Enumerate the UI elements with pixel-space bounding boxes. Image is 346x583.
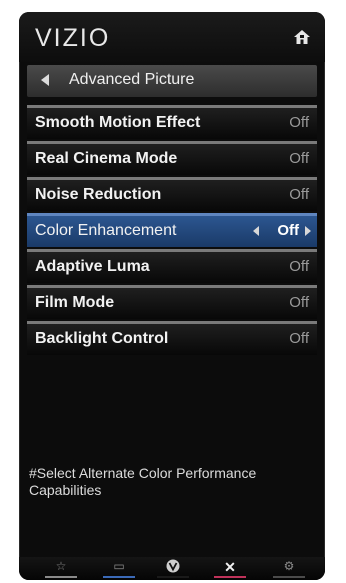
menu-item-adaptive-luma[interactable]: Adaptive Luma Off <box>27 249 317 283</box>
menu-item-value: Off <box>289 294 309 311</box>
chevron-left-icon[interactable] <box>253 226 259 236</box>
header: VIZIO <box>19 12 325 62</box>
menu-item-label: Color Enhancement <box>35 222 177 239</box>
close-icon: ✕ <box>224 559 236 575</box>
favorites-button[interactable]: ☆ <box>41 559 81 580</box>
help-text: #Select Alternate Color Performance Capa… <box>29 465 257 498</box>
gear-icon: ⚙ <box>283 559 295 573</box>
menu-item-backlight-control[interactable]: Backlight Control Off <box>27 321 317 355</box>
menu-item-value: Off <box>289 150 309 167</box>
info-icon: ▭ <box>113 559 125 573</box>
menu-item-label: Noise Reduction <box>35 186 162 203</box>
vizio-logo: VIZIO <box>35 24 111 52</box>
menu-item-value: Off <box>289 186 309 203</box>
home-icon[interactable] <box>293 28 311 46</box>
menu-item-label: Film Mode <box>35 294 115 311</box>
info-button[interactable]: ▭ <box>99 559 139 580</box>
vizio-button[interactable] <box>153 559 193 580</box>
menu-item-value: Off <box>289 258 309 275</box>
menu-item-film-mode[interactable]: Film Mode Off <box>27 285 317 319</box>
menu-item-real-cinema-mode[interactable]: Real Cinema Mode Off <box>27 141 317 175</box>
menu-item-value: Off <box>289 114 309 131</box>
menu-item-noise-reduction[interactable]: Noise Reduction Off <box>27 177 317 211</box>
menu-item-label: Adaptive Luma <box>35 258 150 275</box>
menu-item-label: Real Cinema Mode <box>35 150 178 167</box>
footer-toolbar: ☆ ▭ ✕ ⚙ <box>19 557 325 580</box>
menu-item-value: Off <box>277 222 299 239</box>
menu-item-label: Smooth Motion Effect <box>35 114 201 131</box>
back-button[interactable]: Advanced Picture <box>27 65 317 97</box>
settings-menu: Smooth Motion Effect Off Real Cinema Mod… <box>27 105 317 357</box>
menu-item-smooth-motion-effect[interactable]: Smooth Motion Effect Off <box>27 105 317 139</box>
exit-button[interactable]: ✕ <box>210 559 250 580</box>
menu-item-value: Off <box>289 330 309 347</box>
chevron-right-icon[interactable] <box>305 226 311 236</box>
menu-item-label: Backlight Control <box>35 330 169 347</box>
star-icon: ☆ <box>55 559 67 573</box>
v-icon <box>166 559 180 573</box>
menu-item-color-enhancement[interactable]: Color Enhancement Off <box>27 213 317 247</box>
back-arrow-icon <box>41 74 49 86</box>
back-label: Advanced Picture <box>69 71 195 88</box>
settings-button[interactable]: ⚙ <box>269 559 309 580</box>
vizio-menu-panel: VIZIO Advanced Picture Smooth Motion Eff… <box>19 12 325 580</box>
